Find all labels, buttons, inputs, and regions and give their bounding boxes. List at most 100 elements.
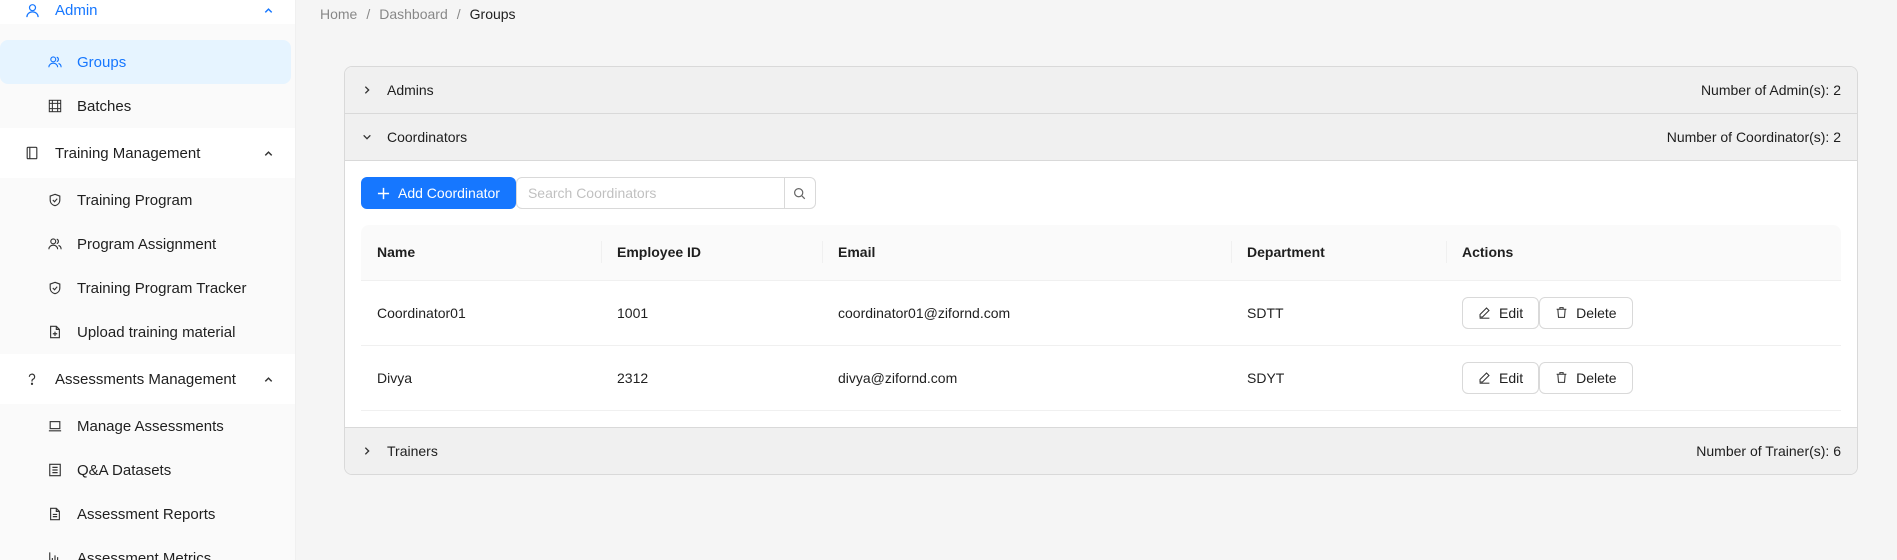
- sidebar-item-label: Assessment Metrics: [77, 549, 212, 560]
- edit-icon: [1479, 307, 1490, 319]
- panel-header-trainers[interactable]: Trainers Number of Trainer(s): 6: [345, 427, 1857, 474]
- user-icon: [24, 2, 40, 18]
- submenu-admin: Groups Batches: [0, 24, 295, 128]
- panel-trainers: Trainers Number of Trainer(s): 6: [345, 427, 1857, 474]
- laptop-icon: [48, 419, 62, 433]
- book-icon: [24, 145, 40, 161]
- breadcrumb-home[interactable]: Home: [320, 6, 357, 22]
- cell-department: SDYT: [1231, 345, 1446, 411]
- coordinators-table: Name Employee ID Email Department Action…: [361, 225, 1841, 411]
- groups-collapse: Admins Number of Admin(s): 2 Coordinator…: [344, 66, 1858, 475]
- add-coordinator-button[interactable]: Add Coordinator: [361, 177, 516, 209]
- menu-group-label: Admin: [55, 1, 98, 19]
- sidebar-item-training-program[interactable]: Training Program: [0, 178, 291, 222]
- column-header-email: Email: [822, 225, 1231, 281]
- submenu-assessments: Manage Assessments Q&A Datasets Assessme…: [0, 404, 295, 560]
- cell-actions: Edit Delete: [1446, 345, 1841, 411]
- panel-title: Trainers: [387, 442, 438, 459]
- trash-icon: [1556, 307, 1567, 318]
- sidebar-item-label: Manage Assessments: [77, 417, 224, 435]
- chevron-up-icon: [261, 146, 275, 160]
- column-header-name: Name: [361, 225, 601, 281]
- chevron-right-icon: [361, 445, 373, 457]
- panel-header-admins[interactable]: Admins Number of Admin(s): 2: [345, 67, 1857, 113]
- sidebar-item-program-assignment[interactable]: Program Assignment: [0, 222, 291, 266]
- cell-name: Divya: [361, 345, 601, 411]
- chevron-down-icon: [361, 131, 373, 143]
- shield-check-icon: [48, 193, 62, 207]
- panel-coordinators: Coordinators Number of Coordinator(s): 2…: [345, 114, 1857, 428]
- chevron-up-icon: [261, 3, 275, 17]
- search-icon: [794, 187, 806, 199]
- edit-label: Edit: [1499, 304, 1524, 321]
- panel-title: Admins: [387, 82, 434, 98]
- menu-group-label: Assessments Management: [55, 370, 236, 388]
- shield-check-icon: [48, 281, 62, 295]
- panel-count: Number of Trainer(s): 6: [1696, 442, 1841, 459]
- breadcrumb: Home / Dashboard / Groups: [320, 6, 516, 22]
- delete-label: Delete: [1576, 304, 1617, 321]
- sidebar-item-qa-datasets[interactable]: Q&A Datasets: [0, 448, 291, 492]
- column-header-department: Department: [1231, 225, 1446, 281]
- edit-button[interactable]: Edit: [1462, 296, 1540, 329]
- cell-email: coordinator01@zifornd.com: [822, 280, 1231, 346]
- sidebar-item-label: Upload training material: [77, 323, 236, 341]
- chart-icon: [48, 551, 62, 560]
- edit-label: Edit: [1499, 369, 1524, 386]
- menu-group-assessments[interactable]: Assessments Management: [0, 354, 295, 404]
- sidebar-item-assessment-metrics[interactable]: Assessment Metrics: [0, 536, 291, 560]
- file-text-icon: [48, 507, 62, 521]
- delete-button[interactable]: Delete: [1539, 361, 1633, 394]
- sidebar-item-batches[interactable]: Batches: [0, 84, 291, 128]
- delete-label: Delete: [1576, 369, 1617, 386]
- breadcrumb-dashboard[interactable]: Dashboard: [379, 6, 448, 22]
- delete-button[interactable]: Delete: [1539, 296, 1633, 329]
- column-header-employee-id: Employee ID: [601, 225, 822, 281]
- cell-actions: Edit Delete: [1446, 280, 1841, 346]
- menu-group-admin[interactable]: Admin: [0, 0, 295, 22]
- search-input[interactable]: [515, 177, 784, 209]
- cell-employee-id: 1001: [601, 280, 822, 346]
- plus-icon: [377, 187, 390, 199]
- sidebar-item-assessment-reports[interactable]: Assessment Reports: [0, 492, 291, 536]
- cell-employee-id: 2312: [601, 345, 822, 411]
- sidebar-item-manage-assessments[interactable]: Manage Assessments: [0, 404, 291, 448]
- toolbar: Add Coordinator: [361, 177, 1841, 209]
- sidebar-item-groups[interactable]: Groups: [0, 40, 291, 84]
- sidebar-item-upload-training-material[interactable]: Upload training material: [0, 310, 291, 354]
- breadcrumb-current: Groups: [469, 6, 516, 22]
- search-button[interactable]: [783, 177, 816, 209]
- panel-title: Coordinators: [387, 129, 468, 145]
- column-header-actions: Actions: [1446, 225, 1841, 281]
- team-icon: [48, 237, 62, 251]
- chevron-up-icon: [261, 372, 275, 386]
- batches-icon: [48, 99, 62, 113]
- sidebar-item-label: Q&A Datasets: [77, 461, 172, 479]
- menu-group-label: Training Management: [55, 144, 201, 162]
- cell-email: divya@zifornd.com: [822, 345, 1231, 411]
- table-header-row: Name Employee ID Email Department Action…: [361, 225, 1841, 281]
- trash-icon: [1556, 372, 1567, 383]
- sidebar: Admin Groups Batches Training Management…: [0, 0, 296, 560]
- panel-count: Number of Coordinator(s): 2: [1666, 129, 1841, 145]
- file-add-icon: [48, 325, 62, 339]
- groups-icon: [48, 55, 62, 69]
- edit-icon: [1479, 372, 1490, 384]
- sidebar-item-label: Assessment Reports: [77, 505, 216, 523]
- chevron-right-icon: [361, 84, 373, 96]
- panel-admins: Admins Number of Admin(s): 2: [345, 67, 1857, 114]
- list-icon: [48, 463, 62, 477]
- table-row: Coordinator01 1001 coordinator01@zifornd…: [361, 280, 1841, 346]
- panel-header-coordinators[interactable]: Coordinators Number of Coordinator(s): 2: [345, 114, 1857, 160]
- table-row: Divya 2312 divya@zifornd.com SDYT Edit D…: [361, 345, 1841, 411]
- submenu-training: Training Program Program Assignment Trai…: [0, 178, 295, 354]
- panel-count: Number of Admin(s): 2: [1700, 82, 1841, 98]
- sidebar-item-label: Training Program Tracker: [77, 279, 247, 297]
- edit-button[interactable]: Edit: [1462, 361, 1540, 394]
- sidebar-item-label: Groups: [77, 53, 127, 71]
- menu-group-training[interactable]: Training Management: [0, 128, 295, 178]
- cell-name: Coordinator01: [361, 280, 601, 346]
- sidebar-item-training-program-tracker[interactable]: Training Program Tracker: [0, 266, 291, 310]
- main-content: Home / Dashboard / Groups Admins Number …: [296, 0, 1897, 560]
- sidebar-item-label: Batches: [77, 97, 132, 115]
